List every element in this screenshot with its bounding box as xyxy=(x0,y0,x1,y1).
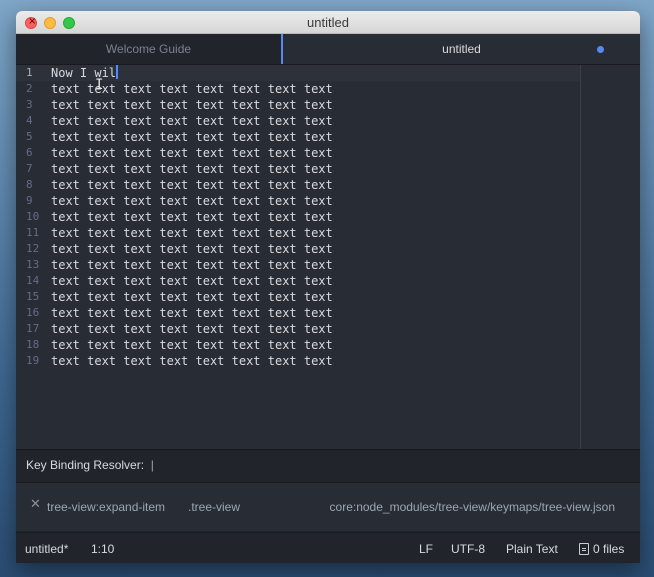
code-line[interactable]: text text text text text text text text xyxy=(51,145,580,161)
line-number[interactable]: 16 xyxy=(16,305,46,321)
x-icon: ✕ xyxy=(30,497,41,512)
code-line[interactable]: text text text text text text text text xyxy=(51,305,580,321)
line-number[interactable]: 9 xyxy=(16,193,46,209)
line-number[interactable]: 1 xyxy=(16,65,46,81)
ibeam-cursor-icon: I xyxy=(95,77,104,93)
code-line-text: text text text text text text text text xyxy=(51,82,333,96)
line-number[interactable]: 8 xyxy=(16,177,46,193)
binding-selector: .tree-view xyxy=(188,500,241,514)
wrap-guide xyxy=(580,65,581,449)
code-line[interactable]: text text text text text text text text xyxy=(51,97,580,113)
code-line-text: Now I wil xyxy=(51,66,117,80)
code-line[interactable]: text text text text text text text text xyxy=(51,209,580,225)
line-number-gutter[interactable]: 1 2 3 4 5 6 7 8 9 10 11 12 13 14 15 16 17 18 19 xyxy=(16,65,46,449)
text-cursor xyxy=(116,65,119,79)
tab-welcome-guide[interactable]: Welcome Guide xyxy=(16,34,281,64)
code-line-text: text text text text text text text text xyxy=(51,162,333,176)
code-line-text: text text text text text text text text xyxy=(51,338,333,352)
code-line[interactable]: text text text text text text text text xyxy=(51,129,580,145)
code-line-text: text text text text text text text text xyxy=(51,322,333,336)
binding-command: tree-view:expand-item xyxy=(47,500,166,514)
code-line[interactable]: text text text text text text text text xyxy=(51,241,580,257)
code-line[interactable]: text text text text text text text text xyxy=(51,177,580,193)
line-number[interactable]: 6 xyxy=(16,145,46,161)
code-line[interactable]: text text text text text text text text xyxy=(51,193,580,209)
code-line-text: text text text text text text text text xyxy=(51,146,333,160)
line-number[interactable]: 13 xyxy=(16,257,46,273)
code-line[interactable]: Now I wil xyxy=(51,65,580,81)
code-line-text: text text text text text text text text xyxy=(51,242,333,256)
code-line-text: text text text text text text text text xyxy=(51,194,333,208)
code-line-text: text text text text text text text text xyxy=(51,114,333,128)
line-number[interactable]: 10 xyxy=(16,209,46,225)
tab-untitled[interactable]: untitled xyxy=(281,34,640,64)
atom-window: × untitled Welcome Guide untitled 123456… xyxy=(16,11,640,563)
code-line[interactable]: text text text text text text text text xyxy=(51,225,580,241)
line-number[interactable]: 14 xyxy=(16,273,46,289)
status-bar: untitled* 1:10 LF UTF-8 Plain Text 0 fil… xyxy=(16,532,640,563)
resolver-header: Key Binding Resolver: | xyxy=(26,458,154,472)
code-line-text: text text text text text text text text xyxy=(51,354,333,368)
line-number[interactable]: 3 xyxy=(16,97,46,113)
code-line[interactable]: text text text text text text text text xyxy=(51,161,580,177)
line-number[interactable]: 15 xyxy=(16,289,46,305)
code-line[interactable]: text text text text text text text text xyxy=(51,337,580,353)
code-line-text: text text text text text text text text xyxy=(51,290,333,304)
code-line[interactable]: text text text text text text text text xyxy=(51,289,580,305)
resolver-keystroke-cursor: | xyxy=(147,458,154,472)
window-title: untitled xyxy=(307,15,349,30)
status-cursor-position[interactable]: 1:10 xyxy=(91,542,114,556)
line-number[interactable]: 5 xyxy=(16,129,46,145)
title-bar: × untitled xyxy=(16,11,640,34)
binding-source-link[interactable]: core:node_modules/tree-view/keymaps/tree… xyxy=(330,500,615,514)
line-number[interactable]: 11 xyxy=(16,225,46,241)
status-file-name[interactable]: untitled* xyxy=(25,542,68,556)
resolver-title: Key Binding Resolver: xyxy=(26,458,145,472)
line-number[interactable]: 2 xyxy=(16,81,46,97)
line-number[interactable]: 7 xyxy=(16,161,46,177)
code-line[interactable]: text text text text text text text text xyxy=(51,321,580,337)
code-line-text: text text text text text text text text xyxy=(51,306,333,320)
code-line-text: text text text text text text text text xyxy=(51,178,333,192)
code-line-text: text text text text text text text text xyxy=(51,226,333,240)
line-number[interactable]: 12 xyxy=(16,241,46,257)
code-line-text: text text text text text text text text xyxy=(51,98,333,112)
line-number[interactable]: 4 xyxy=(16,113,46,129)
line-number[interactable]: 18 xyxy=(16,337,46,353)
file-icon xyxy=(579,543,589,555)
tab-bar: Welcome Guide untitled xyxy=(16,34,640,65)
tab-label: untitled xyxy=(442,42,481,56)
code-line-text: text text text text text text text text xyxy=(51,210,333,224)
line-number[interactable]: 17 xyxy=(16,321,46,337)
code-line-text: text text text text text text text text xyxy=(51,130,333,144)
files-count: 0 files xyxy=(593,542,625,556)
code-line-text: text text text text text text text text xyxy=(51,274,333,288)
code-line-text: text text text text text text text text xyxy=(51,258,333,272)
status-git-files[interactable]: 0 files xyxy=(579,542,624,556)
line-number[interactable]: 19 xyxy=(16,353,46,369)
editor-lines[interactable]: Now I wil text text text text text text t… xyxy=(51,65,580,369)
key-binding-row[interactable]: ✕ tree-view:expand-item .tree-view core:… xyxy=(16,483,640,531)
code-line[interactable]: text text text text text text text text xyxy=(51,257,580,273)
modified-indicator-icon[interactable] xyxy=(597,46,604,53)
text-editor[interactable]: 1 2 3 4 5 6 7 8 9 10 11 12 13 14 15 16 17 18 19 Now I wil t… xyxy=(16,65,640,449)
status-encoding[interactable]: UTF-8 xyxy=(451,542,485,556)
status-line-ending[interactable]: LF xyxy=(419,542,433,556)
status-grammar[interactable]: Plain Text xyxy=(506,542,558,556)
code-line[interactable]: text text text text text text text text xyxy=(51,81,580,97)
code-line[interactable]: text text text text text text text text xyxy=(51,113,580,129)
code-line[interactable]: text text text text text text text text xyxy=(51,353,580,369)
code-line[interactable]: text text text text text text text text xyxy=(51,273,580,289)
